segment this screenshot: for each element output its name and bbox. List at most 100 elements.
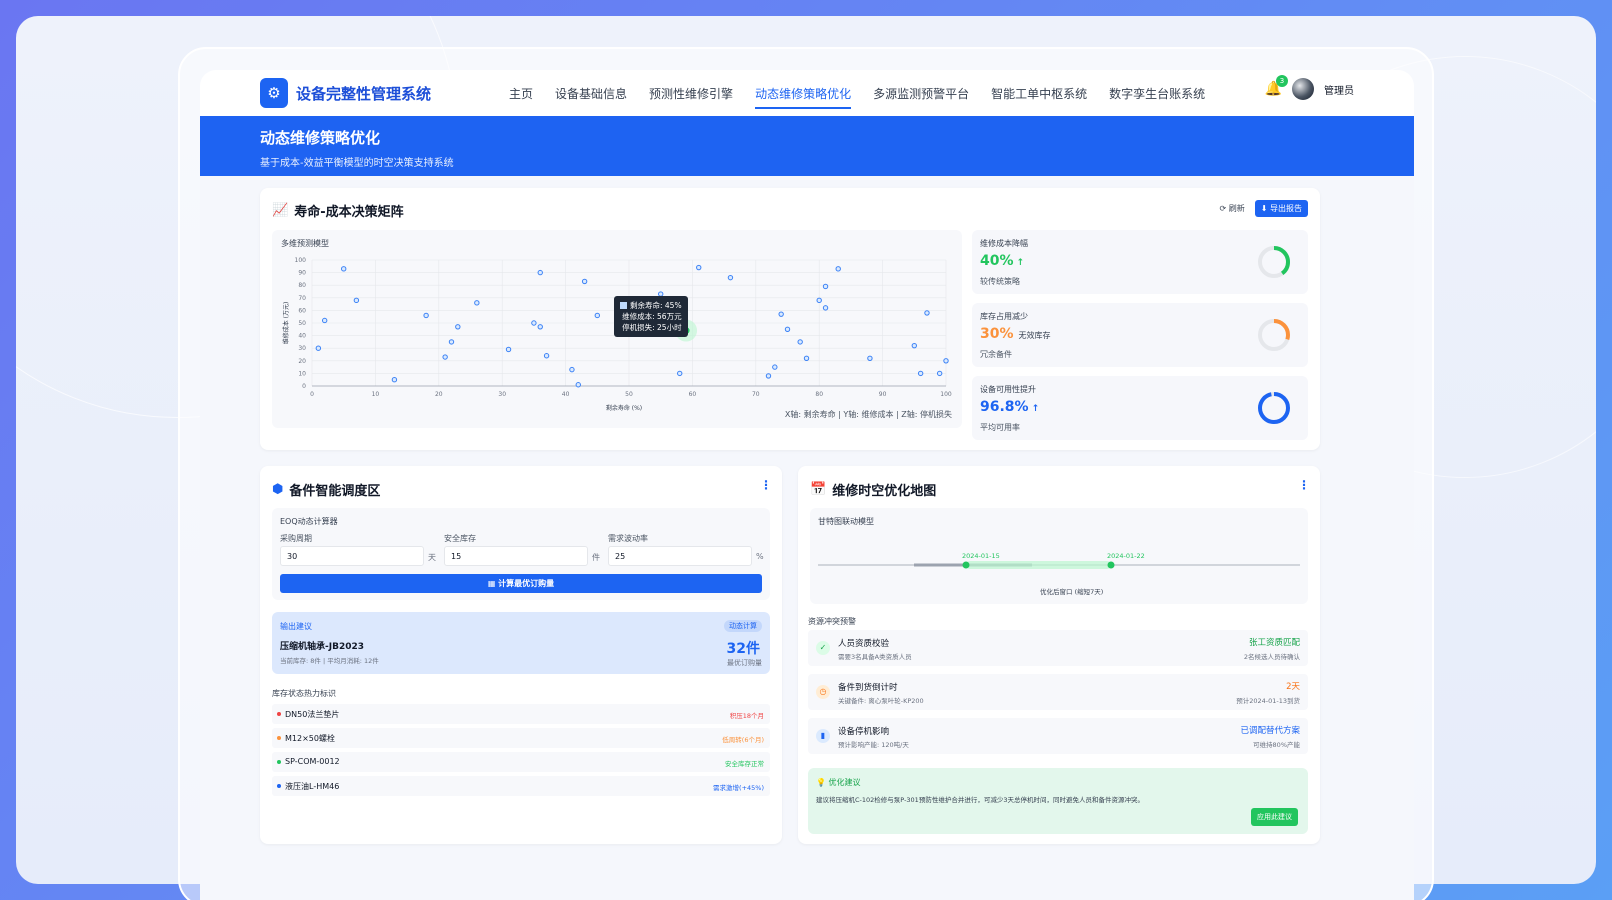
scatter-point[interactable] [315,345,322,351]
kpi-value: 96.8% ↑ [980,399,1041,415]
scatter-point[interactable] [822,283,829,290]
y-tick-label: 0 [302,383,306,390]
resource-status-sub: 可维持80%产能 [1253,741,1300,749]
logo[interactable]: ⚙ 设备完整性管理系统 [260,78,431,108]
nav-item[interactable]: 动态维修策略优化 [755,81,852,109]
x-tick-label: 70 [752,391,760,398]
resource-desc: 关键备件: 离心泵叶轮-KP200 [838,697,924,705]
list-item[interactable]: 液压油L-HM46 需求激增(+45%) [272,776,770,796]
calculate-button[interactable]: ▦ 计算最优订购量 [280,574,762,593]
scatter-point[interactable] [696,264,702,271]
scatter-point[interactable] [924,310,930,316]
scatter-point[interactable] [575,382,581,388]
gear-logo-icon: ⚙ [260,78,288,108]
safety-stock-input[interactable]: 15 [444,546,588,566]
scatter-point[interactable] [677,370,683,377]
scatter-point[interactable] [531,320,537,326]
app-window: ⚙ 设备完整性管理系统 主页 设备基础信息 预测性维修引擎 动态维修策略优化 多源监测预… [200,70,1414,900]
list-item[interactable]: M12×50螺栓 低周转(6个月) [272,728,770,748]
resource-row[interactable]: ✓ 人员资质校验 需要3名具备A类资质人员 张工资质匹配 2名候选人员待确认 [808,630,1308,666]
y-tick-label: 40 [298,333,306,340]
scatter-point[interactable] [455,324,461,330]
scatter-point[interactable] [581,278,588,285]
scatter-point[interactable] [835,266,841,272]
kpi-card: 维修成本降幅 40% ↑ 较传统策略 [972,230,1308,294]
scatter-point[interactable] [423,312,429,319]
scatter-point[interactable] [594,312,600,319]
scatter-point[interactable] [822,305,829,311]
scatter-point[interactable] [537,269,543,276]
scatter-point[interactable] [391,377,398,383]
scatter-point[interactable] [448,339,455,345]
y-tick-label: 80 [298,282,306,289]
avatar[interactable] [1292,78,1314,100]
x-tick-label: 10 [372,391,380,398]
kpi-ring [1258,246,1290,278]
scatter-point[interactable] [867,355,873,361]
suggestion-title-text: 优化建议 [828,778,861,787]
map-title: 维修时空优化地图 [832,484,937,499]
scatter-point[interactable] [569,366,575,373]
scatter-point[interactable] [341,266,347,272]
scatter-point[interactable] [474,300,480,306]
refresh-button[interactable]: ⟳ 刷新 [1213,200,1251,217]
suggestion-body: 建议将压缩机C-102检修与泵P-301预防性维护合并进行，可减少3天总停机时间… [816,796,1144,804]
scatter-point[interactable] [353,297,360,304]
kpi-sub: 冗余备件 [980,350,1012,359]
scatter-point[interactable] [765,373,772,379]
scatter-point[interactable] [943,358,949,364]
scatter-point[interactable] [816,297,822,304]
optimize-suggestion: 💡 优化建议 建议将压缩机C-102检修与泵P-301预防性维护合并进行，可减少… [808,768,1308,834]
advice-part: 压缩机轴承-JB2023 [280,642,364,652]
kpi-number: 40% [980,253,1014,269]
scatter-point[interactable] [727,274,734,281]
nav-item[interactable]: 数字孪生台账系统 [1109,81,1205,106]
scatter-point[interactable] [936,370,943,377]
list-item[interactable]: DN50法兰垫片 积压18个月 [272,704,770,724]
advice-detail: 当前库存: 8件 | 平均月消耗: 12件 [280,657,379,665]
axes-note: X轴: 剩余寿命 | Y轴: 维修成本 | Z轴: 停机损失 [784,410,952,419]
field-label: 安全库存 [444,534,476,543]
scatter-point[interactable] [797,339,803,345]
more-options-icon[interactable]: ⋮ [760,478,772,492]
unit-label: % [756,552,764,561]
x-tick-label: 90 [879,391,887,398]
demand-volatility-input[interactable]: 25 [608,546,752,566]
bell-icon[interactable]: 🔔 3 [1265,75,1288,97]
more-options-icon[interactable]: ⋮ [1298,478,1310,492]
scatter-point[interactable] [778,311,784,317]
scatter-point[interactable] [803,355,810,361]
resource-row[interactable]: ◷ 备件到货倒计时 关键备件: 离心泵叶轮-KP200 2天 预计2024-01-13到… [808,674,1308,710]
scatter-point[interactable] [537,324,543,330]
matrix-title: 寿命-成本决策矩阵 [294,205,404,220]
item-name: SP-COM-0012 [285,757,340,766]
scatter-point[interactable] [442,354,448,360]
resource-row[interactable]: ▮ 设备停机影响 预计影响产能: 120吨/天 已调配替代方案 可维持80%产能 [808,718,1308,754]
dynamic-tag: 动态计算 [724,620,762,632]
nav-item[interactable]: 多源监测预警平台 [873,81,969,106]
app-title: 设备完整性管理系统 [296,84,432,103]
purchase-cycle-input[interactable]: 30 [280,546,424,566]
scatter-point[interactable] [784,326,791,333]
y-tick-label: 70 [298,295,306,302]
nav-item[interactable]: 智能工单中枢系统 [991,81,1087,106]
scatter-point[interactable] [543,353,550,359]
nav-item[interactable]: 预测性维修引擎 [649,81,733,106]
kpi-value: 40% ↑ [980,253,1026,269]
kpi-label: 库存占用减少 [980,312,1028,321]
nav-item[interactable]: 主页 [509,81,533,106]
scatter-point[interactable] [917,370,924,377]
lightbulb-icon: 💡 [816,778,826,787]
scatter-point[interactable] [772,364,778,370]
user-name[interactable]: 管理员 [1324,82,1354,97]
status-badge: 积压18个月 [729,712,764,720]
list-item[interactable]: SP-COM-0012 安全库存正常 [272,752,770,772]
nav-item[interactable]: 设备基础信息 [555,81,627,106]
card-title: 📈 寿命-成本决策矩阵 [272,201,404,220]
export-report-button[interactable]: ⬇ 导出报告 [1254,200,1308,217]
item-name: M12×50螺栓 [285,734,335,743]
scatter-point[interactable] [321,317,328,324]
scatter-point[interactable] [505,346,512,353]
apply-suggestion-button[interactable]: 应用此建议 [1251,808,1298,826]
scatter-point[interactable] [911,342,917,349]
